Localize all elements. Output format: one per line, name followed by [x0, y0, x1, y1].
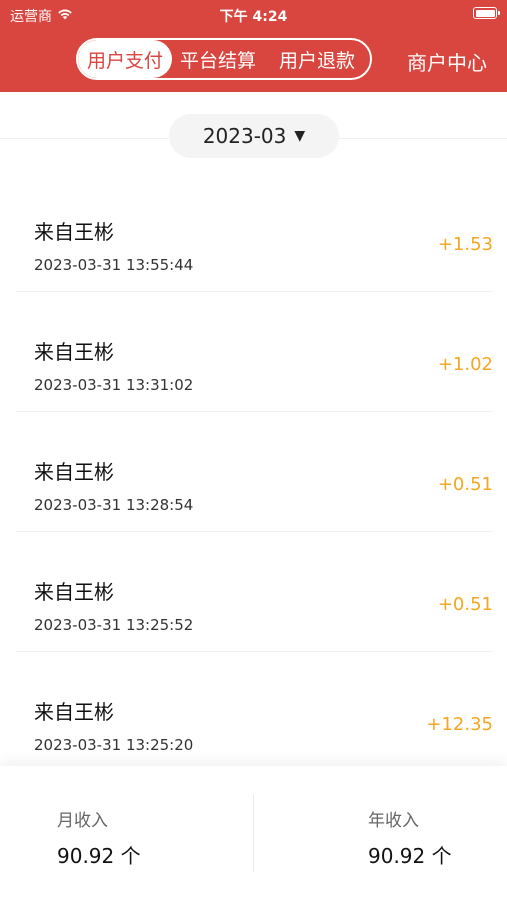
merchant-center-link[interactable]: 商户中心 [407, 47, 487, 76]
list-item[interactable]: 来自王彬 2023-03-31 13:25:52 +0.51 [16, 532, 493, 652]
transaction-time: 2023-03-31 13:55:44 [34, 256, 194, 274]
monthly-income-value: 90.92 个 [57, 844, 141, 868]
transaction-amount: +0.51 [437, 594, 493, 615]
transaction-time: 2023-03-31 13:25:20 [34, 736, 194, 754]
tab-user-refund[interactable]: 用户退款 [264, 40, 370, 78]
month-picker[interactable]: 2023-03 ▼ [169, 114, 339, 158]
income-summary: 月收入 90.92 个 年收入 90.92 个 [0, 766, 507, 900]
transaction-time: 2023-03-31 13:31:02 [34, 376, 194, 394]
transaction-amount: +1.53 [437, 234, 493, 255]
yearly-income: 年收入 90.92 个 [254, 766, 507, 900]
transaction-source: 来自王彬 [34, 340, 114, 364]
transaction-time: 2023-03-31 13:28:54 [34, 496, 194, 514]
transaction-source: 来自王彬 [34, 460, 114, 484]
monthly-income-label: 月收入 [57, 811, 108, 831]
list-item[interactable]: 来自王彬 2023-03-31 13:31:02 +1.02 [16, 292, 493, 412]
tab-platform-settlement[interactable]: 平台结算 [172, 40, 264, 78]
transaction-time: 2023-03-31 13:25:52 [34, 616, 194, 634]
header-bar: 运营商 下午 4:24 用户支付 平台结算 用户退款 商户中心 [0, 0, 507, 92]
transaction-amount: +0.51 [437, 474, 493, 495]
caret-down-icon: ▼ [294, 128, 306, 144]
status-time: 下午 4:24 [219, 9, 288, 25]
list-item[interactable]: 来自王彬 2023-03-31 13:55:44 +1.53 [16, 172, 493, 292]
monthly-income: 月收入 90.92 个 [0, 766, 253, 900]
battery-icon [473, 7, 500, 19]
transaction-source: 来自王彬 [34, 580, 114, 604]
app-screen: 运营商 下午 4:24 用户支付 平台结算 用户退款 商户中心 2023-03 … [0, 0, 507, 900]
month-value: 2023-03 [202, 124, 287, 148]
tab-switcher: 用户支付 平台结算 用户退款 [76, 38, 372, 80]
transaction-source: 来自王彬 [34, 220, 114, 244]
yearly-income-value: 90.92 个 [368, 844, 452, 868]
transaction-source: 来自王彬 [34, 700, 114, 724]
list-item[interactable]: 来自王彬 2023-03-31 13:25:20 +12.35 [16, 652, 493, 772]
status-bar: 运营商 下午 4:24 [0, 0, 507, 30]
transaction-list: 来自王彬 2023-03-31 13:55:44 +1.53 来自王彬 2023… [0, 172, 507, 772]
transaction-amount: +1.02 [437, 354, 493, 375]
list-item[interactable]: 来自王彬 2023-03-31 13:28:54 +0.51 [16, 412, 493, 532]
yearly-income-label: 年收入 [368, 811, 419, 831]
tab-user-payment[interactable]: 用户支付 [78, 40, 172, 78]
transaction-amount: +12.35 [426, 714, 493, 735]
